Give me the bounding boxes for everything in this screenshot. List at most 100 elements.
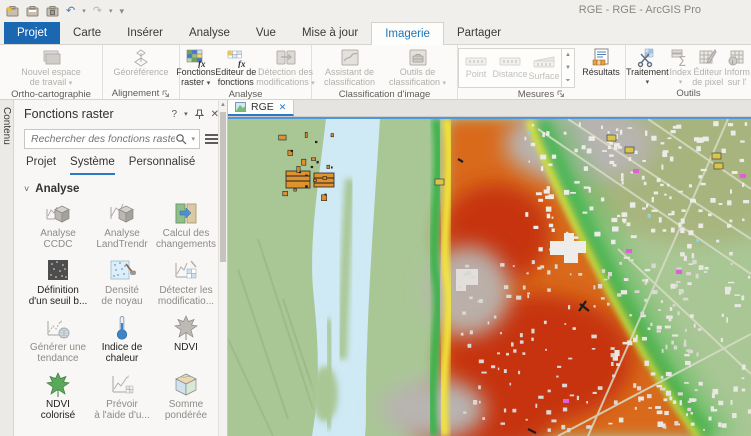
function-generer-tendance[interactable]: Générer une tendance bbox=[26, 311, 90, 368]
map-tab-rge[interactable]: RGE ✕ bbox=[228, 100, 295, 116]
function-definition-seuil[interactable]: Définition d'un seuil b... bbox=[26, 254, 90, 311]
function-prevoir[interactable]: Prévoir à l'aide d'u... bbox=[90, 368, 154, 425]
document-tab-bar: RGE ✕ bbox=[228, 100, 751, 117]
tab-mise-a-jour[interactable]: Mise à jour bbox=[289, 22, 371, 44]
trend-icon bbox=[43, 313, 73, 343]
search-box[interactable]: ▾ bbox=[24, 129, 200, 149]
scroll-up-icon[interactable]: ▲ bbox=[219, 100, 227, 110]
kernel-density-icon bbox=[107, 256, 137, 286]
classification-wizard-icon bbox=[340, 48, 360, 68]
svg-text:i: i bbox=[732, 60, 733, 66]
group-label: Alignement bbox=[111, 88, 160, 99]
dialog-launcher-icon[interactable] bbox=[557, 90, 565, 98]
function-partial-3 bbox=[154, 425, 218, 436]
new-project-icon[interactable] bbox=[6, 5, 19, 17]
tab-projet[interactable]: Projet bbox=[4, 22, 61, 44]
classification-tools-icon bbox=[408, 48, 428, 68]
panel-menu-icon[interactable]: ▾ bbox=[184, 110, 188, 118]
map-view: RGE ✕ bbox=[228, 100, 751, 436]
gallery-down-icon[interactable]: ▼ bbox=[562, 62, 574, 75]
gallery-scroll: ▲ ▼ ⏷ bbox=[561, 49, 574, 87]
pixel-editor-icon bbox=[698, 48, 718, 68]
fonctions-raster-button[interactable]: fx Fonctions raster ▾ bbox=[176, 46, 215, 88]
change-detection-icon bbox=[275, 48, 297, 68]
contenu-collapsed-tab[interactable]: Contenu bbox=[0, 100, 14, 436]
redo-icon: ↷ bbox=[92, 5, 102, 17]
weighted-sum-cube-icon bbox=[171, 370, 201, 400]
panel-tab-bar: Projet Système Personnalisé bbox=[14, 153, 227, 175]
function-indice-chaleur[interactable]: Indice de chaleur bbox=[90, 311, 154, 368]
partial-item-icon bbox=[43, 427, 73, 436]
tab-analyse[interactable]: Analyse bbox=[176, 22, 243, 44]
tab-partager[interactable]: Partager bbox=[444, 22, 514, 44]
help-icon[interactable]: ? bbox=[172, 109, 178, 120]
outils-classification-button: Outils de classification ▾ bbox=[383, 46, 453, 88]
open-project-icon[interactable] bbox=[26, 5, 39, 17]
window-title: RGE - RGE - ArcGIS Pro bbox=[578, 4, 701, 16]
group-label: Analyse bbox=[228, 88, 263, 100]
georeference-button: Géoréférence bbox=[108, 46, 174, 78]
section-analyse[interactable]: ˅ Analyse bbox=[14, 175, 227, 197]
tab-vue[interactable]: Vue bbox=[243, 22, 289, 44]
tab-carte[interactable]: Carte bbox=[60, 22, 114, 44]
group-analyse: fx Fonctions raster ▾ fx Editeur de fonc… bbox=[176, 45, 315, 100]
function-editor-icon: fx bbox=[225, 48, 247, 68]
contenu-tab-label: Contenu bbox=[1, 107, 12, 145]
partial-item-icon bbox=[107, 427, 137, 436]
index-icon: Σ bbox=[670, 48, 690, 68]
nouvel-espace-button: Nouvel espace de travail ▾ bbox=[11, 46, 91, 88]
partial-item-icon bbox=[171, 427, 201, 436]
close-map-icon[interactable]: ✕ bbox=[279, 102, 287, 113]
search-icon[interactable] bbox=[175, 133, 188, 145]
search-input[interactable] bbox=[31, 133, 176, 145]
search-options-icon[interactable]: ▾ bbox=[191, 135, 195, 143]
function-detecter-modifications[interactable]: Détecter les modificatio... bbox=[154, 254, 218, 311]
measure-gallery: Point Distance Surface ▲ ▼ ⏷ bbox=[458, 48, 575, 88]
function-analyse-ccdc[interactable]: Analyse CCDC bbox=[26, 197, 90, 254]
function-partial-1 bbox=[26, 425, 90, 436]
group-label: Outils bbox=[676, 88, 701, 99]
tab-imagerie[interactable]: Imagerie bbox=[371, 22, 444, 45]
results-icon bbox=[591, 48, 611, 68]
function-partial-2 bbox=[90, 425, 154, 436]
undo-icon[interactable]: ↶ bbox=[66, 2, 75, 20]
heat-index-thermometer-icon bbox=[107, 313, 137, 343]
function-somme-ponderee[interactable]: Somme pondérée bbox=[154, 368, 218, 425]
panel-hamburger-icon[interactable] bbox=[205, 133, 219, 145]
group-outils: Traitement ▾ Σ Index ▾ Éditeur de pixel … bbox=[626, 45, 751, 99]
group-mesures: Point Distance Surface ▲ ▼ ⏷ Résultats M… bbox=[458, 45, 626, 99]
editeur-fonctions-button[interactable]: fx Editeur de fonctions bbox=[215, 46, 256, 87]
dialog-launcher-icon[interactable] bbox=[162, 90, 170, 98]
panel-tab-projet[interactable]: Projet bbox=[26, 156, 56, 175]
function-calcul-changements[interactable]: Calcul des changements bbox=[154, 197, 218, 254]
threshold-icon bbox=[43, 256, 73, 286]
panel-tab-systeme[interactable]: Système bbox=[70, 156, 115, 175]
ribbon: Nouvel espace de travail ▾ Ortho-cartogr… bbox=[0, 45, 751, 100]
redo-dropdown-icon[interactable]: ▾ bbox=[109, 7, 113, 15]
quick-access-toolbar: ↶ ▾ ↷ ▾ ▾ bbox=[6, 2, 124, 20]
panel-tab-personnalise[interactable]: Personnalisé bbox=[129, 156, 195, 175]
save-project-icon[interactable] bbox=[46, 5, 59, 17]
scrollbar-thumb[interactable] bbox=[220, 112, 226, 262]
landtrendr-cube-icon bbox=[107, 199, 137, 229]
surface-ruler-icon bbox=[533, 55, 555, 67]
traitement-button[interactable]: Traitement ▾ bbox=[626, 46, 669, 86]
customize-qat-icon[interactable]: ▾ bbox=[119, 6, 124, 17]
detect-change-icon bbox=[171, 256, 201, 286]
undo-dropdown-icon[interactable]: ▾ bbox=[82, 7, 86, 15]
assistant-classification-button: Assistant de classification bbox=[317, 46, 383, 87]
function-densite-noyau[interactable]: Densité de noyau bbox=[90, 254, 154, 311]
function-analyse-landtrendr[interactable]: Analyse LandTrendr bbox=[90, 197, 154, 254]
function-ndvi-colorise[interactable]: NDVI colorisé bbox=[26, 368, 90, 425]
map-canvas[interactable] bbox=[228, 117, 751, 436]
tab-inserer[interactable]: Insérer bbox=[114, 22, 176, 44]
gallery-up-icon[interactable]: ▲ bbox=[562, 49, 574, 62]
chevron-down-icon: ˅ bbox=[24, 184, 30, 194]
function-ndvi[interactable]: NDVI bbox=[154, 311, 218, 368]
group-ortho-cartographie: Nouvel espace de travail ▾ Ortho-cartogr… bbox=[0, 45, 103, 99]
pin-icon[interactable] bbox=[194, 109, 204, 120]
gallery-more-icon[interactable]: ⏷ bbox=[562, 75, 574, 88]
panel-scrollbar[interactable]: ▲ bbox=[218, 100, 227, 436]
ribbon-tab-bar: Projet Carte Insérer Analyse Vue Mise à … bbox=[0, 22, 751, 45]
resultats-button[interactable]: Résultats bbox=[577, 46, 625, 78]
